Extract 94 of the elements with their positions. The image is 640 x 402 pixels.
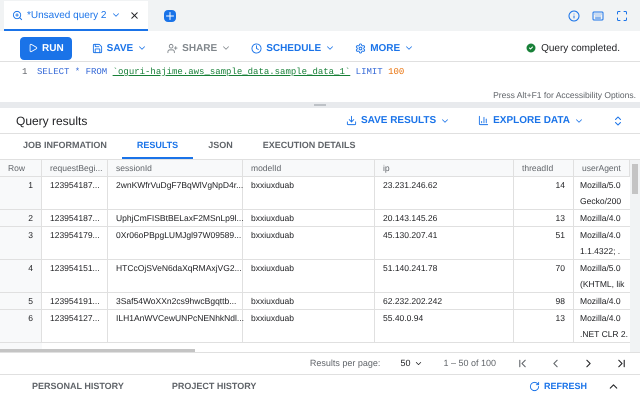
table-cell: 6 [0,310,42,342]
column-header[interactable]: Row [0,160,42,176]
table-cell: 14 [514,177,574,209]
table-cell: 45.130.207.41 [375,227,514,259]
caret-icon [414,359,424,368]
table-cell: Gecko/200 [580,195,622,207]
table-cell: 2 [0,210,42,226]
table-cell: bxxiuxduab [243,227,375,259]
status-text: Query completed. [541,42,620,56]
query-tab-title: *Unsaved query 2 [27,8,106,22]
column-header[interactable]: threadId [514,160,574,176]
table-cell: 70 [514,260,574,292]
table-cell: 3Saf54WoXXn2cs9hwcBgqttb... [108,293,243,309]
table-cell: Mozilla/4.0 [580,312,621,324]
table-cell: 23.231.246.62 [375,177,514,209]
refresh-icon [528,381,540,392]
table-cell: bxxiuxduab [243,177,375,209]
table-cell: .NET CLR 2. [580,328,628,340]
sql-code: SELECT * FROM `oguri-hajime.aws_sample_data.sample_data_1` LIMIT 100 [37,66,404,79]
table-cell: 123954187... [42,210,108,226]
history-tab[interactable]: PERSONAL HISTORY [32,380,124,394]
table-cell: 123954151... [42,260,108,292]
table-cell: 51 [514,227,574,259]
table-cell: 123954187... [42,177,108,209]
table-cell: 0Xr06oPBpgLUMJgl97W09589... [108,227,243,259]
table-cell: Mozilla/4.0 [580,229,621,241]
table-cell: Mozilla/5.0 [580,262,621,274]
results-title: Query results [16,112,88,130]
table-cell: Mozilla/5.0 [580,179,621,191]
table-cell: 51.140.241.78 [375,260,514,292]
schedule-button[interactable]: SCHEDULE [251,40,336,56]
table-cell: 13 [514,310,574,342]
table-cell: UphjCmFISBtBELaxF2MSnLp9l... [108,210,243,226]
results-tab[interactable]: EXECUTION DETAILS [248,134,371,159]
table-cell: 3 [0,227,42,259]
gear-icon [355,42,366,54]
save-results-button[interactable]: SAVE RESULTS [346,113,450,128]
table-cell: 1 [0,177,42,209]
keyboard-icon[interactable] [592,10,604,22]
results-tab[interactable]: JOB INFORMATION [8,134,122,159]
page-range: 1 – 50 of 100 [443,356,496,370]
table-cell: 1.1.4322; . [580,245,620,257]
vertical-scrollbar[interactable] [632,164,638,194]
check-icon [525,42,538,54]
column-header[interactable]: modelId [243,160,375,176]
save-button[interactable]: SAVE [92,40,148,56]
explore-data-button[interactable]: EXPLORE DATA [478,113,584,128]
search-icon [12,10,23,20]
close-icon[interactable] [128,10,140,20]
play-icon [28,43,38,53]
table-cell: 98 [514,293,574,309]
table-cell: bxxiuxduab [243,310,375,342]
line-number: 1 [21,66,28,79]
column-header[interactable]: requestBegi... [42,160,108,176]
save-icon [92,42,103,54]
table-cell: 123954191... [42,293,108,309]
last-page-icon[interactable] [615,357,628,370]
table-cell: 123954179... [42,227,108,259]
clock-icon [251,42,262,54]
table-cell: bxxiuxduab [243,260,375,292]
per-page-select[interactable]: 50 [400,356,424,370]
share-button[interactable]: SHARE [167,40,232,56]
table-cell: Mozilla/4.0 [580,295,621,307]
fullscreen-icon[interactable] [616,10,628,22]
query-tab[interactable]: *Unsaved query 2 [4,1,148,31]
table-cell: 13 [514,210,574,226]
run-button[interactable]: RUN [20,36,72,60]
table-cell: (KHTML, lik [580,278,624,290]
table-cell: bxxiuxduab [243,210,375,226]
info-icon[interactable] [568,10,580,22]
table-cell: Mozilla/4.0 [580,212,621,224]
table-cell: 2wnKWfrVuDgF7BqWlVgNpD4r... [108,177,243,209]
table-cell: 62.232.202.242 [375,293,514,309]
column-header[interactable]: ip [375,160,514,176]
table-cell: HTCcOjSVeN6daXqRMAxjVG2... [108,260,243,292]
table-cell: 20.143.145.26 [375,210,514,226]
table-cell: 55.40.0.94 [375,310,514,342]
more-button[interactable]: MORE [355,40,414,56]
download-icon [346,115,357,126]
table-cell: 4 [0,260,42,292]
refresh-button[interactable]: REFRESH [528,380,587,394]
accessibility-hint: Press Alt+F1 for Accessibility Options. [493,89,636,102]
person-add-icon [167,42,178,54]
column-header[interactable]: sessionId [108,160,243,176]
expand-icon[interactable] [612,114,624,126]
chart-icon [478,115,490,126]
new-tab-icon[interactable] [164,10,176,22]
history-tab[interactable]: PROJECT HISTORY [172,380,256,394]
results-tab[interactable]: JSON [193,134,248,159]
table-cell: 123954127... [42,310,108,342]
results-per-page-label: Results per page: [310,356,380,370]
table-cell: ILH1AnWVCewUNPcNENhkNdl... [108,310,243,342]
table-cell: 5 [0,293,42,309]
table-cell: bxxiuxduab [243,293,375,309]
